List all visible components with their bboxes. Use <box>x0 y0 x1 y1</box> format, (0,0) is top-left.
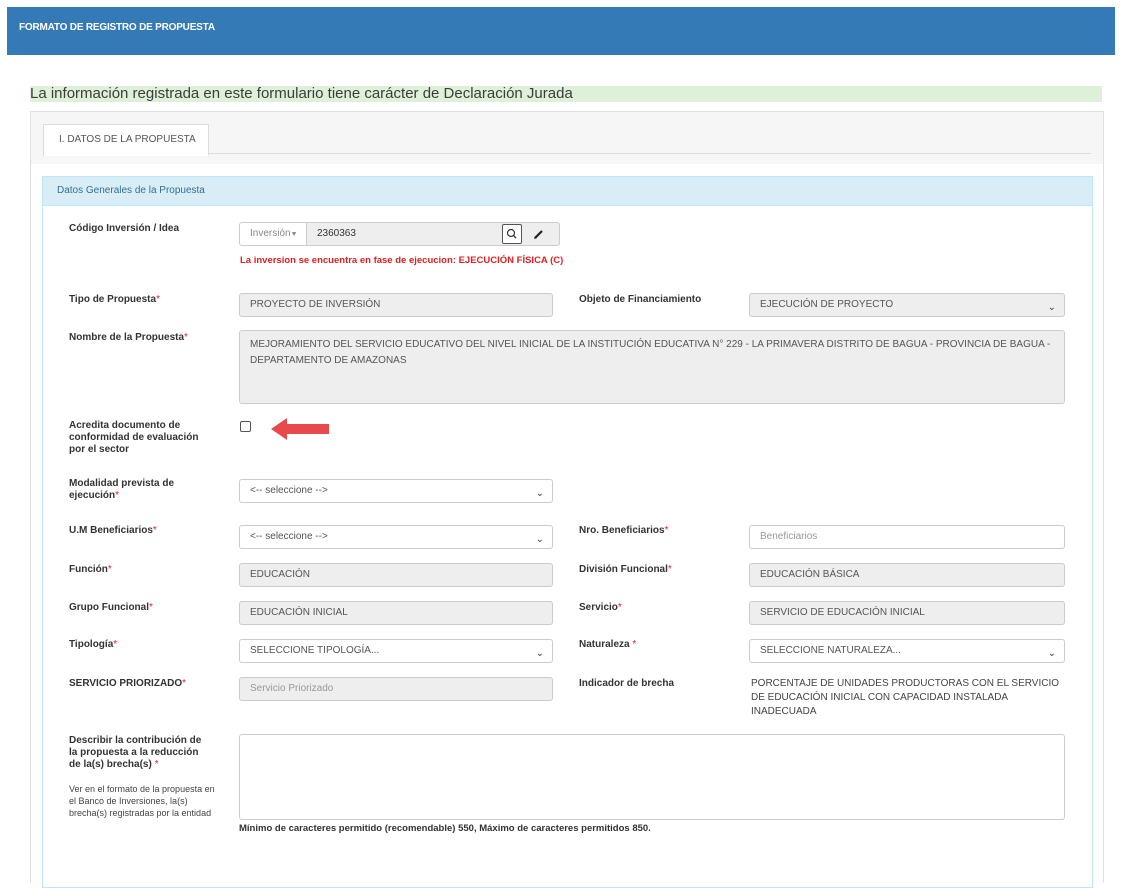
modalidad-label: Modalidad prevista de ejecución* <box>69 478 175 501</box>
acredita-checkbox[interactable] <box>240 421 251 432</box>
edit-button[interactable] <box>531 225 547 243</box>
chevron-down-icon: ⌄ <box>1047 302 1056 313</box>
priorizado-label: SERVICIO PRIORIZADO* <box>69 678 187 689</box>
funcion-label: Función* <box>69 564 112 575</box>
tipologia-value: SELECCIONE TIPOLOGÍA... <box>250 645 380 656</box>
modalidad-value: <-- seleccione --> <box>250 485 328 496</box>
tipologia-label: Tipología* <box>69 639 118 650</box>
objeto-label: Objeto de Financiamiento <box>579 294 702 305</box>
tipologia-select[interactable]: SELECCIONE TIPOLOGÍA... ⌄ <box>239 639 553 663</box>
page-title: FORMATO DE REGISTRO DE PROPUESTA <box>19 22 215 33</box>
tab-panel: I. DATOS DE LA PROPUESTA Datos Generales… <box>30 111 1104 888</box>
arrow-left-icon <box>271 418 329 440</box>
codigo-label: Código Inversión / Idea <box>69 223 180 234</box>
tipo-input[interactable]: PROYECTO DE INVERSIÓN <box>239 293 553 317</box>
nro-label: Nro. Beneficiarios* <box>579 525 669 536</box>
nro-beneficiarios-input[interactable]: Beneficiarios <box>749 525 1065 549</box>
funcion-input[interactable]: EDUCACIÓN <box>239 563 553 587</box>
servicio-input[interactable]: SERVICIO DE EDUCACIÓN INICIAL <box>749 601 1065 625</box>
naturaleza-select[interactable]: SELECCIONE NATURALEZA... ⌄ <box>749 639 1065 663</box>
search-button[interactable] <box>502 224 522 244</box>
char-limit-note: Mínimo de caracteres permitido (recomend… <box>239 823 651 834</box>
investment-type-label: Inversión <box>250 228 291 239</box>
chevron-down-icon: ⌄ <box>535 488 544 499</box>
panel-heading: Datos Generales de la Propuesta <box>43 177 1092 206</box>
naturaleza-value: SELECCIONE NATURALEZA... <box>760 645 901 656</box>
grupo-label: Grupo Funcional* <box>69 602 153 613</box>
pencil-icon <box>534 230 543 239</box>
tab-datos-propuesta[interactable]: I. DATOS DE LA PROPUESTA <box>43 124 209 156</box>
tipo-label: Tipo de Propuesta* <box>69 294 160 305</box>
describir-help: Ver en el formato de la propuesta en el … <box>69 784 215 818</box>
naturaleza-label: Naturaleza * <box>579 639 637 650</box>
phase-warning: La inversion se encuentra en fase de eje… <box>240 255 564 266</box>
um-value: <-- seleccione --> <box>250 531 328 542</box>
objeto-select[interactable]: EJECUCIÓN DE PROYECTO ⌄ <box>749 293 1065 317</box>
objeto-value: EJECUCIÓN DE PROYECTO <box>760 299 894 310</box>
investment-type-dropdown[interactable]: Inversión▼ <box>239 222 307 246</box>
header-bar: FORMATO DE REGISTRO DE PROPUESTA <box>7 7 1115 55</box>
nombre-label: Nombre de la Propuesta* <box>69 332 188 343</box>
describir-label: Describir la contribución de la propuesta… <box>69 735 202 770</box>
um-select[interactable]: <-- seleccione --> ⌄ <box>239 525 553 549</box>
search-icon <box>506 228 517 239</box>
priorizado-placeholder: Servicio Priorizado <box>250 683 334 694</box>
indicador-value: PORCENTAJE DE UNIDADES PRODUCTORAS CON E… <box>751 678 1060 717</box>
nro-placeholder: Beneficiarios <box>760 531 818 542</box>
division-label: División Funcional* <box>579 564 672 575</box>
priorizado-input[interactable]: Servicio Priorizado <box>239 677 553 701</box>
modalidad-select[interactable]: <-- seleccione --> ⌄ <box>239 479 553 503</box>
caret-down-icon: ▼ <box>290 231 298 238</box>
datos-generales-panel: Datos Generales de la Propuesta Código I… <box>42 176 1093 888</box>
grupo-input[interactable]: EDUCACIÓN INICIAL <box>239 601 553 625</box>
describir-textarea[interactable] <box>239 734 1065 820</box>
chevron-down-icon: ⌄ <box>535 648 544 659</box>
um-label: U.M Beneficiarios* <box>69 525 157 536</box>
chevron-down-icon: ⌄ <box>535 534 544 545</box>
servicio-label: Servicio* <box>579 602 622 613</box>
tab-content: Datos Generales de la Propuesta Código I… <box>31 164 1103 888</box>
nombre-textarea[interactable]: MEJORAMIENTO DEL SERVICIO EDUCATIVO DEL … <box>239 330 1065 404</box>
indicador-label: Indicador de brecha <box>579 678 675 689</box>
declaration-notice: La información registrada en este formul… <box>30 86 1102 102</box>
division-input[interactable]: EDUCACIÓN BÁSICA <box>749 563 1065 587</box>
chevron-down-icon: ⌄ <box>1047 648 1056 659</box>
acredita-label: Acredita documento de conformidad de eval… <box>69 420 199 455</box>
